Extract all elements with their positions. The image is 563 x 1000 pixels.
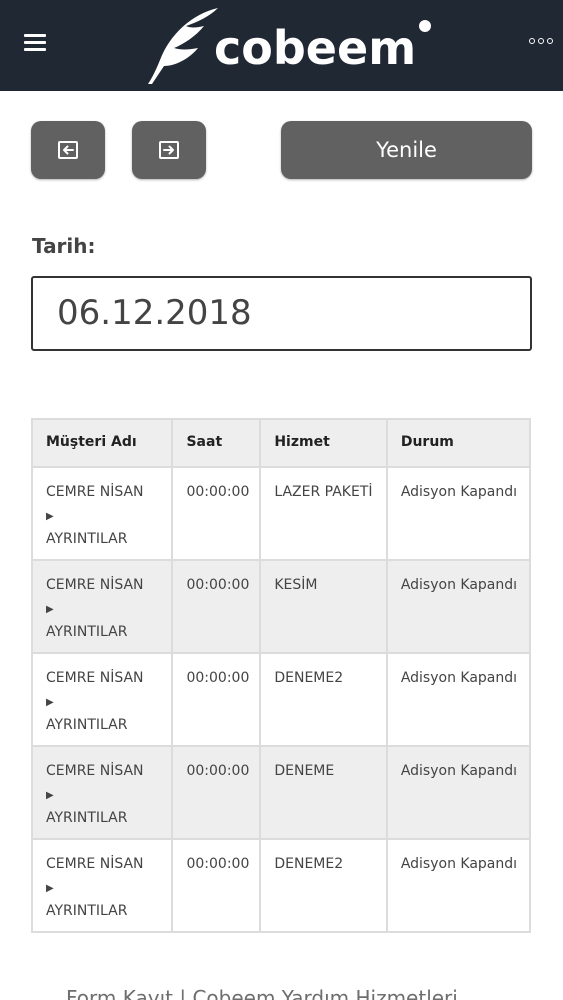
previous-day-button[interactable] (31, 121, 105, 179)
play-arrow-icon: ▶ (46, 882, 54, 894)
details-label: AYRINTILAR (46, 624, 128, 640)
service-cell: DENEME2 (259, 652, 388, 747)
hamburger-menu-icon[interactable] (24, 34, 46, 52)
play-arrow-icon: ▶ (46, 510, 54, 522)
time-cell: 00:00:00 (171, 652, 262, 747)
customer-cell: CEMRE NİSAN ▶ AYRINTILAR (30, 838, 174, 933)
details-link[interactable]: ▶ AYRINTILAR (46, 879, 127, 920)
table-row: CEMRE NİSAN ▶ AYRINTILAR 00:00:00 LAZER P… (30, 466, 532, 561)
column-header-customer[interactable]: Müşteri Adı (30, 418, 174, 468)
details-label: AYRINTILAR (46, 531, 128, 547)
service-cell: DENEME (259, 745, 388, 840)
time-cell: 00:00:00 (171, 559, 262, 654)
details-link[interactable]: ▶ AYRINTILAR (46, 786, 127, 827)
brand-name: cobeem (214, 21, 417, 75)
table-row: CEMRE NİSAN ▶ AYRINTILAR 00:00:00 DENEME2… (30, 838, 532, 933)
customer-name: CEMRE NİSAN (46, 484, 144, 500)
time-cell: 00:00:00 (171, 745, 262, 840)
arrow-left-icon (58, 141, 78, 159)
service-cell: DENEME2 (259, 838, 388, 933)
details-link[interactable]: ▶ AYRINTILAR (46, 507, 127, 548)
arrow-right-icon (159, 141, 179, 159)
customer-name: CEMRE NİSAN (46, 670, 144, 686)
service-cell: KESİM (259, 559, 388, 654)
column-header-time[interactable]: Saat (171, 418, 262, 468)
customer-cell: CEMRE NİSAN ▶ AYRINTILAR (30, 745, 174, 840)
customer-cell: CEMRE NİSAN ▶ AYRINTILAR (30, 466, 174, 561)
service-cell: LAZER PAKETİ (259, 466, 388, 561)
footer-divider (0, 985, 563, 1000)
details-label: AYRINTILAR (46, 903, 128, 919)
status-cell: Adisyon Kapandı (385, 838, 532, 933)
play-arrow-icon: ▶ (46, 603, 54, 615)
play-arrow-icon: ▶ (46, 789, 54, 801)
column-header-service[interactable]: Hizmet (259, 418, 388, 468)
column-header-status[interactable]: Durum (385, 418, 532, 468)
customer-name: CEMRE NİSAN (46, 856, 144, 872)
play-arrow-icon: ▶ (46, 696, 54, 708)
next-day-button[interactable] (132, 121, 206, 179)
date-input[interactable]: 06.12.2018 (31, 276, 532, 351)
time-cell: 00:00:00 (171, 466, 262, 561)
customer-name: CEMRE NİSAN (46, 577, 144, 593)
top-bar: cobeem (0, 0, 563, 91)
appointments-table: Müşteri Adı Saat Hizmet Durum CEMRE NİSA… (30, 418, 532, 933)
brand-logo[interactable]: cobeem (146, 4, 436, 88)
time-cell: 00:00:00 (171, 838, 262, 933)
customer-cell: CEMRE NİSAN ▶ AYRINTILAR (30, 652, 174, 747)
more-options-icon[interactable] (529, 36, 555, 46)
date-label: Tarih: (32, 234, 96, 258)
customer-name: CEMRE NİSAN (46, 763, 144, 779)
status-cell: Adisyon Kapandı (385, 466, 532, 561)
table-row: CEMRE NİSAN ▶ AYRINTILAR 00:00:00 DENEME2… (30, 652, 532, 747)
table-row: CEMRE NİSAN ▶ AYRINTILAR 00:00:00 KESİM A… (30, 559, 532, 654)
table-header-row: Müşteri Adı Saat Hizmet Durum (30, 418, 532, 468)
details-label: AYRINTILAR (46, 810, 128, 826)
status-cell: Adisyon Kapandı (385, 559, 532, 654)
logo-dot (419, 20, 431, 32)
customer-cell: CEMRE NİSAN ▶ AYRINTILAR (30, 559, 174, 654)
details-label: AYRINTILAR (46, 717, 128, 733)
details-link[interactable]: ▶ AYRINTILAR (46, 693, 127, 734)
table-row: CEMRE NİSAN ▶ AYRINTILAR 00:00:00 DENEME … (30, 745, 532, 840)
status-cell: Adisyon Kapandı (385, 652, 532, 747)
status-cell: Adisyon Kapandı (385, 745, 532, 840)
refresh-button[interactable]: Yenile (281, 121, 532, 179)
details-link[interactable]: ▶ AYRINTILAR (46, 600, 127, 641)
